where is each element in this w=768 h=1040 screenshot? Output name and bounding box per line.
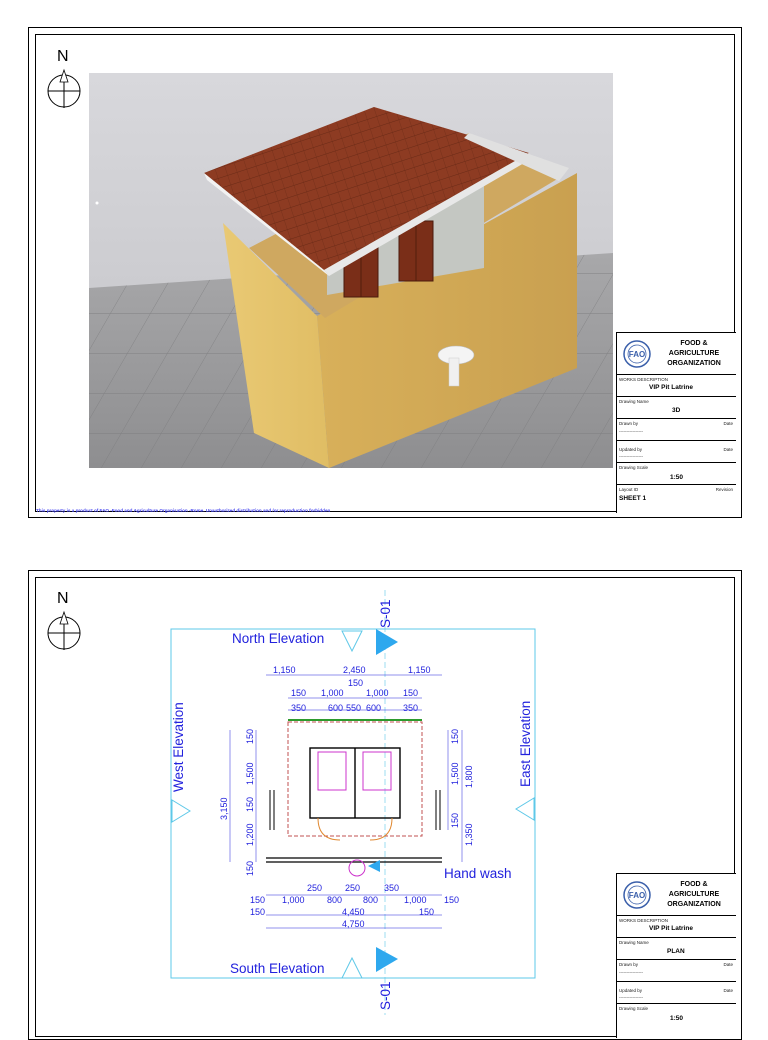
title-block-plan: FAO FOOD & AGRICULTURE ORGANIZATION WORK… [616, 873, 736, 1038]
north-elevation-label: North Elevation [232, 631, 324, 646]
west-elevation-label: West Elevation [171, 702, 186, 792]
dim-top3-b: 1,000 [321, 688, 344, 698]
dim-right-c: 150 [450, 813, 460, 828]
updated-by-label: Updated by [619, 988, 643, 993]
dim-top1-b: 2,450 [343, 665, 366, 675]
scale-label: Drawing Scale [619, 1006, 649, 1011]
south-elevation-marker-icon [341, 956, 363, 979]
dim-top1-a: 1,150 [273, 665, 296, 675]
east-elevation-label: East Elevation [518, 701, 533, 787]
svg-text:FAO: FAO [629, 891, 645, 900]
dim-right-b: 1,500 [450, 762, 460, 785]
dim-top3-a: 150 [291, 688, 306, 698]
dim-top3-c: 1,000 [366, 688, 389, 698]
date-label-2: Date [723, 988, 733, 993]
dim-bot4: 4,750 [342, 919, 365, 929]
dim-top2: 150 [348, 678, 363, 688]
org-line2: AGRICULTURE [668, 891, 720, 898]
dim-left-e: 150 [245, 861, 255, 876]
dim-bot3-b: 4,450 [342, 907, 365, 917]
dim-right-a: 150 [450, 729, 460, 744]
west-elevation-marker-icon [171, 799, 191, 823]
section-label-bottom: S-01 [378, 981, 393, 1010]
dim-bot1-b: 250 [345, 883, 360, 893]
dim-top4-e: 350 [403, 703, 418, 713]
updated-by-dashes: ---------------- [619, 995, 643, 1000]
dim-left-outer: 3,150 [219, 797, 229, 820]
dim-top4-b: 600 [328, 703, 343, 713]
dim-top3-d: 150 [403, 688, 418, 698]
dim-left-d: 1,200 [245, 823, 255, 846]
dim-bot2-e: 1,000 [404, 895, 427, 905]
east-elevation-marker-icon [515, 797, 535, 821]
dim-bot2-d: 800 [363, 895, 378, 905]
fao-logo-icon: FAO [623, 881, 651, 909]
south-elevation-label: South Elevation [230, 961, 325, 976]
works-value: VIP Pit Latrine [649, 925, 693, 932]
dim-bot3-a: 150 [250, 907, 265, 917]
drawing-name-label: Drawing Name [619, 940, 649, 945]
dim-top4-d: 600 [366, 703, 381, 713]
drawn-by-label: Drawn by [619, 962, 639, 967]
scale-value: 1:50 [670, 1015, 684, 1022]
dim-left-a: 150 [245, 729, 255, 744]
dim-top4-a: 350 [291, 703, 306, 713]
dim-left-b: 1,500 [245, 762, 255, 785]
dim-right-outer-b: 1,350 [464, 823, 474, 846]
org-line3: ORGANIZATION [667, 901, 721, 908]
updated-by-cell: Updated by Date ---------------- [617, 982, 736, 1004]
dim-bot2-a: 150 [250, 895, 265, 905]
dim-right-outer-a: 1,800 [464, 765, 474, 788]
drawing-name-value: PLAN [667, 948, 685, 955]
dim-bot2-f: 150 [444, 895, 459, 905]
section-label-top: S-01 [378, 599, 393, 628]
dim-bot2-c: 800 [327, 895, 342, 905]
section-arrow-bottom-icon [376, 947, 398, 972]
works-cell: WORKS DESCRIPTION VIP Pit Latrine [617, 916, 736, 938]
dim-left-c: 150 [245, 797, 255, 812]
hand-wash-label: Hand wash [444, 866, 512, 881]
section-arrow-top-icon [376, 629, 398, 655]
drawn-by-cell: Drawn by Date ---------------- [617, 960, 736, 982]
drawing-name-cell: Drawing Name PLAN [617, 938, 736, 960]
dim-bot3-c: 150 [419, 907, 434, 917]
scale-cell: Drawing Scale 1:50 [617, 1004, 736, 1038]
north-elevation-marker-icon [341, 630, 363, 653]
works-label: WORKS DESCRIPTION [619, 918, 669, 923]
date-label: Date [723, 962, 733, 967]
org-line1: FOOD & [680, 881, 708, 888]
dim-bot2-b: 1,000 [282, 895, 305, 905]
drawn-by-dashes: ---------------- [619, 970, 643, 975]
dim-bot1-a: 250 [307, 883, 322, 893]
dim-top1-c: 1,150 [408, 665, 431, 675]
dim-bot1-c: 350 [384, 883, 399, 893]
dim-top4-c: 550 [346, 703, 361, 713]
floor-plan-drawing: S-01 S-01 North Elevation South Elevatio… [170, 590, 536, 1015]
org-cell: FAO FOOD & AGRICULTURE ORGANIZATION [617, 874, 736, 916]
